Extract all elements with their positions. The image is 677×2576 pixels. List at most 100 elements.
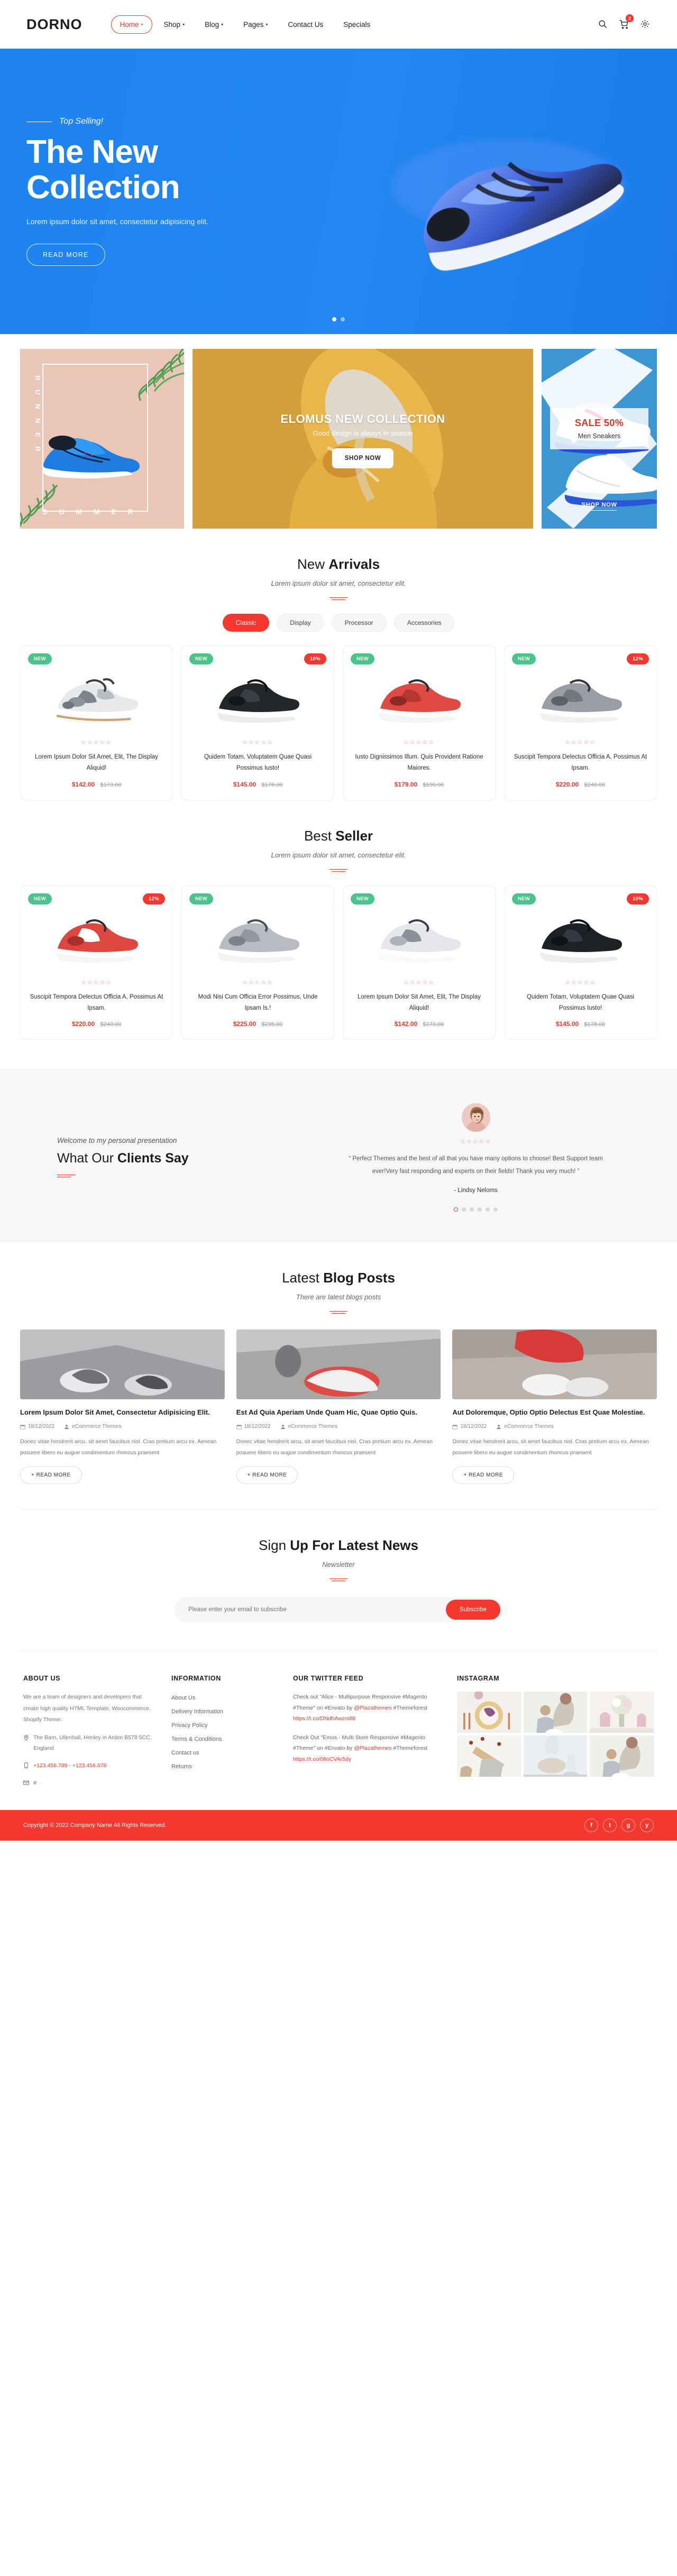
product-badges: NEW — [28, 653, 165, 664]
new-arrivals-products: NEW ☆☆☆☆☆ Lorem Ipsum Dolor Sit Amet, El… — [0, 632, 677, 800]
blog-read-more-button[interactable]: + READ MORE — [20, 1466, 82, 1484]
twitter-icon[interactable]: t — [603, 1818, 617, 1832]
facebook-icon[interactable]: f — [584, 1818, 598, 1832]
footer-address: The Barn, Ullenhall, Henley in Arden B57… — [33, 1734, 152, 1751]
testimonial-dot-6[interactable] — [493, 1207, 498, 1212]
testimonial-stars: ☆☆☆☆☆ — [460, 1139, 492, 1146]
hero-read-more-button[interactable]: READ MORE — [26, 243, 105, 266]
promo-banner-runner[interactable]: R U N N E R S U M M E R — [20, 349, 184, 529]
instagram-thumbnail[interactable] — [523, 1692, 588, 1733]
footer-phone[interactable]: +123.456.789 - +123.456.678 — [33, 1761, 106, 1771]
testimonial-dot-3[interactable] — [470, 1207, 474, 1212]
blog-posts: Lorem Ipsum Dolor Sit Amet, Consectetur … — [0, 1314, 677, 1484]
youtube-icon[interactable]: y — [640, 1818, 654, 1832]
site-logo[interactable]: DORNO — [26, 16, 83, 33]
product-card[interactable]: NEW ☆☆☆☆☆ Modi Nisi Cum Officia Error Po… — [181, 885, 334, 1040]
product-card[interactable]: NEW 10% ☆☆☆☆☆ Quidem Totam, Voluptatem Q… — [181, 645, 334, 800]
hero-title-line-2: Collection — [26, 169, 180, 206]
new-arrivals-subtitle: Lorem ipsum dolor sit amet, consectetur … — [271, 579, 406, 587]
instagram-thumbnail[interactable] — [457, 1735, 521, 1777]
blog-card[interactable]: Lorem Ipsum Dolor Sit Amet, Consectetur … — [20, 1329, 225, 1484]
product-card[interactable]: NEW ☆☆☆☆☆ Lorem Ipsum Dolor Sit Amet, El… — [343, 885, 496, 1040]
blog-post-meta: 18/12/2022 eCommerce Themes — [236, 1424, 441, 1429]
tab-accessories[interactable]: Accessories — [394, 614, 455, 632]
footer-link-contact-us[interactable]: Contact us — [171, 1747, 277, 1760]
product-title: Iusto Dignissimos Illum. Quis Provident … — [355, 754, 483, 772]
product-title: Suscipit Tempora Delectus Officia A, Pos… — [514, 754, 647, 772]
badge-new: NEW — [512, 893, 536, 904]
blog-thumbnail — [452, 1329, 657, 1400]
product-old-price: $178.00 — [261, 781, 283, 788]
promo-banners: R U N N E R S U M M E R ELOMUS NEW COLLE… — [0, 334, 677, 529]
cart-icon[interactable]: 2 — [619, 14, 634, 30]
promo-banner-sale[interactable]: SALE 50% Men Sneakers SHOP NOW — [542, 349, 657, 529]
footer-link-privacy-policy[interactable]: Privacy Policy — [171, 1719, 277, 1733]
testimonial-dot-4[interactable] — [478, 1207, 482, 1212]
tab-display[interactable]: Display — [277, 614, 324, 632]
footer-link-delivery-information[interactable]: Delivery Information — [171, 1705, 277, 1719]
instagram-thumbnail[interactable] — [457, 1692, 521, 1733]
banner-sale-shop-now-button[interactable]: SHOP NOW — [581, 502, 617, 511]
rating-stars: ☆☆☆☆☆ — [564, 979, 597, 986]
tweet-handle[interactable]: @Plazathemes — [354, 1745, 391, 1751]
testimonial-author: - Lindsy Neloms — [454, 1187, 498, 1194]
blog-card[interactable]: Aut Doloremque, Optio Optio Delectus Est… — [452, 1329, 657, 1484]
instagram-thumbnail[interactable] — [590, 1692, 654, 1733]
hero-dot-1[interactable] — [332, 317, 336, 321]
nav-item-shop[interactable]: Shop ▾ — [155, 16, 194, 33]
hero-dot-2[interactable] — [341, 317, 345, 321]
blog-read-more-button[interactable]: + READ MORE — [452, 1466, 515, 1484]
subscribe-button[interactable]: Subscribe — [445, 1600, 500, 1620]
instagram-thumbnail[interactable] — [523, 1735, 588, 1777]
title-light: New — [297, 556, 329, 572]
product-price: $220.00 — [71, 1020, 95, 1028]
blog-header: Latest Blog Posts There are latest blogs… — [0, 1242, 677, 1314]
badge-discount: 12% — [627, 653, 649, 664]
testimonial-dot-1[interactable] — [454, 1207, 459, 1212]
promo-banner-elomus[interactable]: ELOMUS NEW COLLECTION Good design is alw… — [193, 349, 533, 529]
instagram-thumbnail[interactable] — [590, 1735, 654, 1777]
badge-new: NEW — [28, 653, 52, 664]
testimonial-dot-5[interactable] — [486, 1207, 490, 1212]
product-card[interactable]: NEW 12% ☆☆☆☆☆ Suscipit Tempora Delectus … — [20, 885, 173, 1040]
testimonial-welcome: Welcome to my personal presentation — [57, 1136, 177, 1144]
product-price: $225.00 — [233, 1020, 257, 1028]
blog-post-title: Lorem Ipsum Dolor Sit Amet, Consectetur … — [20, 1408, 210, 1417]
tab-classic[interactable]: Classic — [222, 614, 270, 632]
product-prices: $179.00 $190.00 — [352, 781, 487, 788]
tweet-link[interactable]: https://t.co/08oCVAr5dy — [293, 1756, 351, 1762]
nav-label: Contact Us — [288, 20, 324, 29]
nav-label: Specials — [343, 20, 371, 29]
blog-card[interactable]: Est Ad Quia Aperiam Unde Quam Hic, Quae … — [236, 1329, 441, 1484]
product-prices: $142.00 $173.00 — [29, 781, 164, 788]
banner-elomus-shop-now-button[interactable]: SHOP NOW — [332, 448, 394, 468]
nav-item-specials[interactable]: Specials — [335, 16, 379, 33]
footer-link-about-us[interactable]: About Us — [171, 1692, 277, 1705]
gear-icon[interactable] — [640, 19, 651, 30]
best-seller-subtitle: Lorem ipsum dolor sit amet, consectetur … — [271, 851, 406, 859]
product-old-price: $190.00 — [423, 781, 444, 788]
product-card[interactable]: NEW 10% ☆☆☆☆☆ Quidem Totam, Voluptatem Q… — [504, 885, 657, 1040]
footer-email[interactable]: # — [33, 1778, 36, 1789]
nav-item-contact-us[interactable]: Contact Us — [279, 16, 332, 33]
footer-link-terms-conditions[interactable]: Terms & Conditions — [171, 1733, 277, 1747]
footer-link-returns[interactable]: Returns — [171, 1760, 277, 1774]
testimonial-dot-2[interactable] — [462, 1207, 466, 1212]
product-card[interactable]: NEW ☆☆☆☆☆ Iusto Dignissimos Illum. Quis … — [343, 645, 496, 800]
product-card[interactable]: NEW ☆☆☆☆☆ Lorem Ipsum Dolor Sit Amet, El… — [20, 645, 173, 800]
blog-read-more-button[interactable]: + READ MORE — [236, 1466, 298, 1484]
tweet-handle[interactable]: @Plazathemes — [354, 1705, 391, 1711]
testimonial-quote: “ Perfect Themes and the best of all tha… — [349, 1156, 603, 1175]
footer-twitter-column: OUR TWITTER FEED Check out "Alice - Mult… — [293, 1675, 441, 1788]
section-divider — [57, 1174, 75, 1177]
section-divider — [330, 1578, 347, 1582]
search-icon[interactable] — [598, 19, 608, 30]
google-plus-icon[interactable]: g — [621, 1818, 635, 1832]
tab-processor[interactable]: Processor — [331, 614, 387, 632]
tweet-link[interactable]: https://t.co/DNdhAwzm88 — [293, 1715, 355, 1722]
nav-item-home[interactable]: Home ▾ — [111, 15, 152, 34]
nav-item-blog[interactable]: Blog ▾ — [196, 16, 232, 33]
nav-item-pages[interactable]: Pages ▾ — [235, 16, 276, 33]
newsletter-email-input[interactable] — [188, 1599, 446, 1621]
product-card[interactable]: NEW 12% ☆☆☆☆☆ Suscipit Tempora Delectus … — [504, 645, 657, 800]
